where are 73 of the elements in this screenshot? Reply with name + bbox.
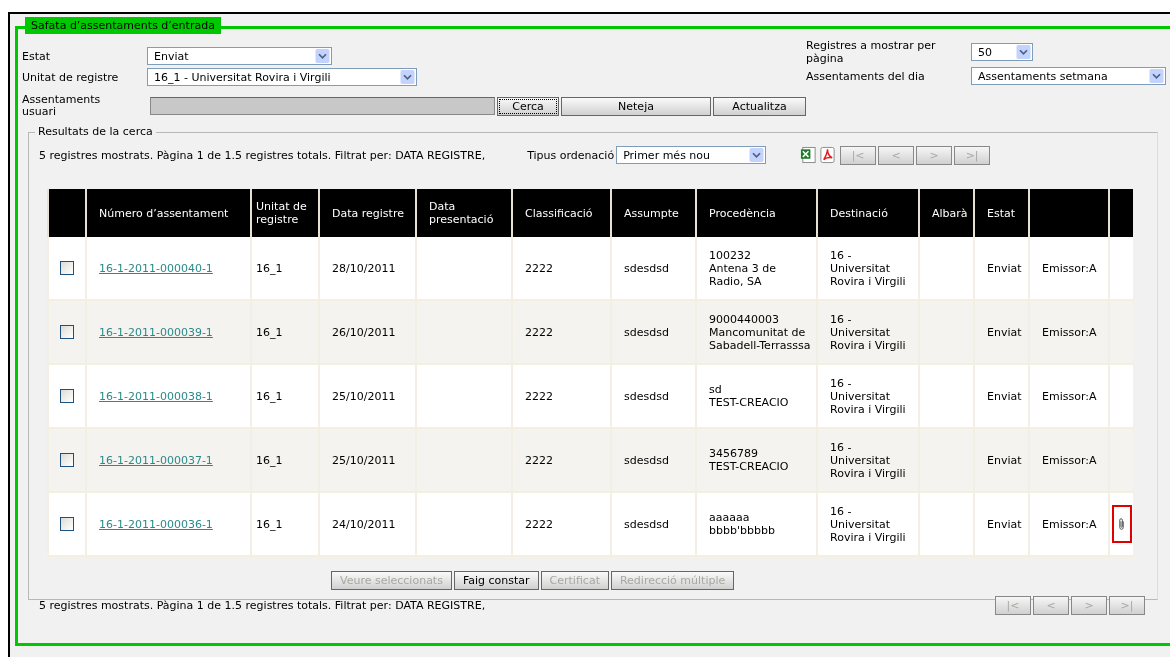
table-cell-text: 100232 Antena 3 de Radio, SA: [709, 248, 778, 288]
search-action-button[interactable]: Cerca: [497, 96, 559, 116]
per-page-dropdown[interactable]: 50: [971, 43, 1033, 61]
row-checkbox[interactable]: [60, 261, 74, 275]
table-cell: Emissor:A: [1029, 300, 1109, 364]
table-cell: sdesdsd: [611, 300, 696, 364]
table-cell: sdesdsd: [611, 492, 696, 556]
table-cell: sdesdsd: [611, 428, 696, 492]
search-action-button[interactable]: Actualitza: [713, 96, 806, 116]
column-header: Destinació: [817, 189, 919, 237]
column-header: Data presentació: [416, 189, 512, 237]
sort-dropdown[interactable]: Primer més nou: [616, 146, 767, 164]
results-title: Resultats de la cerca: [35, 125, 156, 138]
chevron-down-icon: [315, 49, 330, 63]
day-dropdown[interactable]: Assentaments setmana: [971, 67, 1166, 85]
column-header: Assumpte: [611, 189, 696, 237]
field-label: Assentaments del dia: [806, 69, 926, 83]
row-checkbox[interactable]: [60, 453, 74, 467]
table-cell: Enviat: [974, 300, 1029, 364]
table-cell: 26/10/2011: [319, 300, 416, 364]
panel-title: Safata d’assentaments d’entrada: [25, 17, 221, 34]
field-label: Registres a mostrar per pàgina: [806, 39, 937, 65]
search-action-button[interactable]: Neteja: [561, 96, 711, 116]
table-cell: 2222: [512, 300, 611, 364]
table-cell-text: sd TEST-CREACIO: [709, 383, 790, 409]
chevron-down-icon: [1016, 45, 1031, 59]
row-checkbox[interactable]: [60, 389, 74, 403]
chevron-down-icon: [749, 148, 765, 162]
table-cell: 24/10/2011: [319, 492, 416, 556]
record-link[interactable]: 16-1-2011-000040-1: [99, 261, 213, 275]
table-cell: 16_1: [251, 428, 319, 492]
table-cell: 2222: [512, 428, 611, 492]
action-button[interactable]: Faig constar: [453, 571, 539, 590]
paperclip-icon[interactable]: [1117, 517, 1126, 531]
table-cell: 16_1: [251, 492, 319, 556]
column-header: Unitat de registre: [251, 189, 319, 237]
results-summary: 5 registres mostrats. Pàgina 1 de 1.5 registres totals. Filtrat per: DATA REGISTRE,: [39, 148, 486, 162]
pdf-icon[interactable]: [819, 146, 837, 164]
table-cell: 9000440003 Mancomunitat de Sabadell-Terrasssa: [709, 312, 812, 352]
table-cell: Enviat: [974, 492, 1029, 556]
field-label: Assentaments usuari: [22, 94, 102, 118]
table-cell: 16 - Universitat Rovira i Virgili: [817, 492, 919, 556]
unitat-dropdown[interactable]: 16_1 - Universitat Rovira i Virgili: [147, 68, 417, 86]
column-header: Estat: [974, 189, 1029, 237]
table-cell-text: 3456789 TEST-CREACIO: [709, 447, 790, 473]
record-link[interactable]: 16-1-2011-000036-1: [99, 517, 213, 531]
record-link[interactable]: 16-1-2011-000038-1: [99, 389, 213, 403]
table-cell-text: aaaaaa bbbb'bbbbb: [709, 511, 776, 537]
results-summary: 5 registres mostrats. Pàgina 1 de 1.5 registres totals. Filtrat per: DATA REGISTRE,: [39, 599, 486, 612]
sort-label: Tipus ordenació: [527, 148, 615, 162]
chevron-down-icon: [1149, 69, 1164, 83]
table-cell: 2222: [512, 492, 611, 556]
table-cell: Enviat: [974, 428, 1029, 492]
table-cell: Emissor:A: [1029, 428, 1109, 492]
table-cell: 16 - Universitat Rovira i Virgili: [817, 300, 919, 364]
table-cell: Emissor:A: [1029, 492, 1109, 556]
row-checkbox[interactable]: [60, 325, 74, 339]
column-header: Albarà: [919, 189, 974, 237]
spreadsheet-icon[interactable]: [800, 146, 818, 164]
table-cell: 16_1: [251, 300, 319, 364]
column-header: Número d’assentament: [86, 189, 251, 237]
row-checkbox[interactable]: [60, 517, 74, 531]
chevron-down-icon: [400, 70, 415, 84]
column-header: Procedència: [696, 189, 817, 237]
column-header: Data registre: [319, 189, 416, 237]
table-cell: 16 - Universitat Rovira i Virgili: [817, 428, 919, 492]
column-header: Classificació: [512, 189, 611, 237]
estat-dropdown[interactable]: Enviat: [147, 47, 332, 65]
record-link[interactable]: 16-1-2011-000037-1: [99, 453, 213, 467]
table-cell: 25/10/2011: [319, 428, 416, 492]
field-label: Estat: [22, 49, 52, 63]
field-label: Unitat de registre: [22, 70, 120, 84]
record-link[interactable]: 16-1-2011-000039-1: [99, 325, 213, 339]
